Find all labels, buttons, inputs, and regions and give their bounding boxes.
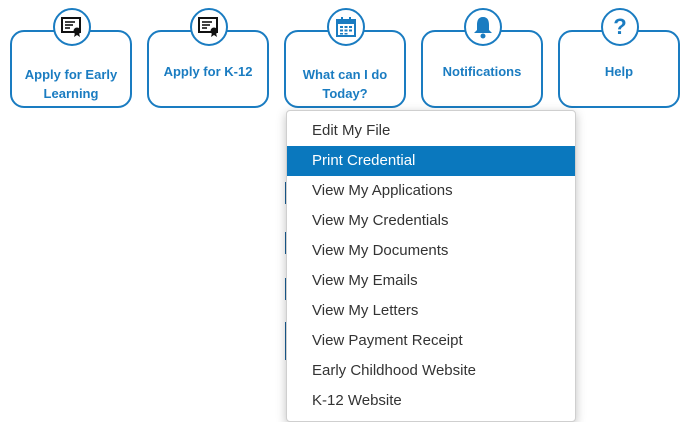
tile-label: What can I do Today? [302,67,388,101]
tile-label: Apply for K-12 [163,64,253,79]
question-icon: ? [601,8,639,46]
menu-item-print-credential[interactable]: Print Credential [287,146,575,176]
what-can-i-do-dropdown-menu: Edit My File Print Credential View My Ap… [286,110,576,422]
tile-label: Notifications [442,64,522,79]
calendar-icon [327,8,365,46]
menu-item-view-my-applications[interactable]: View My Applications [287,176,575,206]
menu-item-edit-my-file[interactable]: Edit My File [287,116,575,146]
certificate-icon [190,8,228,46]
tile-label: Apply for Early Learning [24,67,118,101]
menu-item-view-payment-receipt[interactable]: View Payment Receipt [287,326,575,356]
tile-label: Help [604,64,634,79]
help-tile[interactable]: ? Help [558,8,680,108]
menu-item-view-my-credentials[interactable]: View My Credentials [287,206,575,236]
bell-icon [464,8,502,46]
menu-item-k12-website[interactable]: K-12 Website [287,386,575,416]
notifications-tile[interactable]: Notifications [421,8,543,108]
menu-item-view-my-letters[interactable]: View My Letters [287,296,575,326]
apply-early-learning-tile[interactable]: Apply for Early Learning [10,8,132,108]
menu-item-view-my-documents[interactable]: View My Documents [287,236,575,266]
apply-k12-tile[interactable]: Apply for K-12 [147,8,269,108]
what-can-i-do-today-tile[interactable]: What can I do Today? [284,8,406,108]
menu-item-view-my-emails[interactable]: View My Emails [287,266,575,296]
certificate-icon [53,8,91,46]
menu-item-early-childhood-website[interactable]: Early Childhood Website [287,356,575,386]
